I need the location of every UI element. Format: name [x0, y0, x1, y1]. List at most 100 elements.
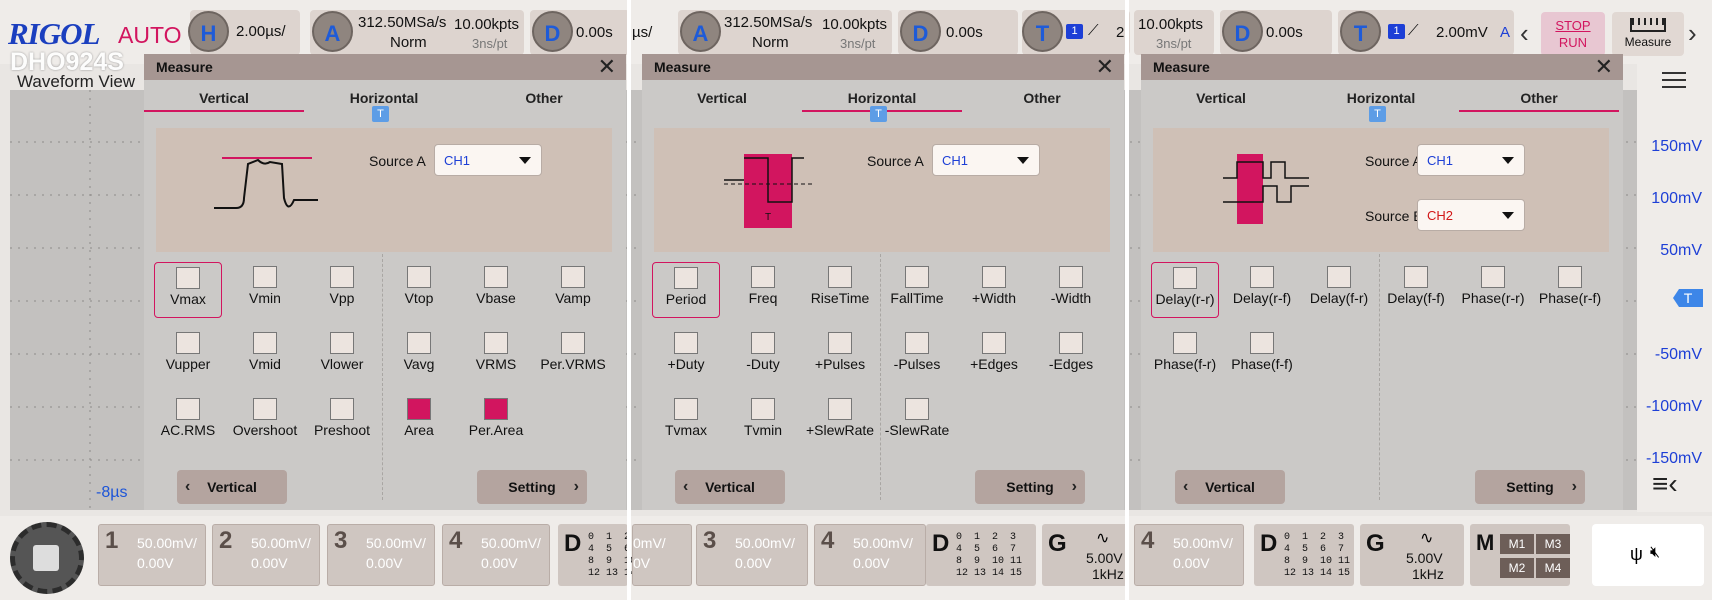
item-vmid[interactable]: Vmid: [231, 328, 299, 384]
item-delay-rr[interactable]: Delay(r-r): [1151, 262, 1219, 318]
prev-tab-button[interactable]: ‹ Vertical: [177, 470, 287, 504]
item-neg-duty[interactable]: -Duty: [729, 328, 797, 384]
source-a-select[interactable]: CH1: [1417, 144, 1525, 176]
item-neg-edges[interactable]: -Edges: [1037, 328, 1105, 384]
item-phase-rf[interactable]: Phase(r-f): [1536, 262, 1604, 318]
channel-3-block[interactable]: 3 50.00mV/ 0.00V: [696, 524, 808, 586]
item-neg-width[interactable]: -Width: [1037, 262, 1105, 318]
collapse-menu-icon[interactable]: ≡‹: [1652, 468, 1678, 500]
source-a-select[interactable]: CH1: [434, 144, 542, 176]
item-vamp[interactable]: Vamp: [539, 262, 607, 318]
item-neg-pulses[interactable]: -Pulses: [883, 328, 951, 384]
delay-block[interactable]: D 0.00s: [530, 10, 630, 55]
channel-3-block[interactable]: 3 50.00mV/ 0.00V: [327, 524, 435, 586]
item-pos-duty[interactable]: +Duty: [652, 328, 720, 384]
item-phase-fr[interactable]: Phase(f-r): [1151, 328, 1219, 384]
math-block[interactable]: M M1 M3 M2 M4: [1470, 524, 1570, 586]
generator-block[interactable]: G ∿ 5.00V 1kHz: [1360, 524, 1464, 586]
item-period[interactable]: Period: [652, 262, 720, 318]
item-tvmin[interactable]: Tvmin: [729, 394, 797, 450]
source-b-select[interactable]: CH2: [1417, 199, 1525, 231]
home-gear-icon[interactable]: [10, 522, 84, 594]
item-vtop[interactable]: Vtop: [385, 262, 453, 318]
channel-4-block[interactable]: 4 50.00mV/ 0.00V: [1134, 524, 1244, 586]
acquire-block-2[interactable]: A 312.50MSa/s Norm 10.00kpts 3ns/pt: [678, 10, 892, 55]
item-tvmax[interactable]: Tvmax: [652, 394, 720, 450]
mute-icon[interactable]: 🔇︎: [1650, 544, 1660, 562]
item-risetime[interactable]: RiseTime: [806, 262, 874, 318]
item-delay-rf[interactable]: Delay(r-f): [1228, 262, 1296, 318]
item-phase-rr[interactable]: Phase(r-r): [1459, 262, 1527, 318]
digital-block[interactable]: D 0 1 2 3 4 5 6 7 8 9 10 11 12 13 14 15: [1254, 524, 1354, 586]
tab-other[interactable]: Other: [1459, 84, 1619, 112]
acquire-block[interactable]: A 312.50MSa/s Norm 10.00kpts 3ns/pt: [310, 10, 524, 55]
channel-4-block[interactable]: 4 50.00mV/ 0.00V: [814, 524, 926, 586]
delay-fr-icon: [1327, 266, 1351, 288]
item-overshoot[interactable]: Overshoot: [231, 394, 299, 450]
tab-other[interactable]: Other: [962, 84, 1122, 112]
item-pos-slewrate[interactable]: +SlewRate: [806, 394, 874, 450]
tab-vertical[interactable]: Vertical: [1141, 84, 1301, 112]
digital-block[interactable]: D 0 1 2 3 4 5 6 7 8 9 10 11 12 13 14 15: [926, 524, 1036, 586]
trigger-block-3[interactable]: T 1 ⟋ 2.00mV A: [1338, 10, 1514, 55]
trigger-level-marker[interactable]: T: [1673, 289, 1703, 307]
prev-tab-label: Vertical: [1205, 479, 1255, 495]
measure-button[interactable]: Measure: [1612, 12, 1684, 56]
setting-button[interactable]: Setting ›: [1475, 470, 1585, 504]
item-pos-edges[interactable]: +Edges: [960, 328, 1028, 384]
math-m3[interactable]: M3: [1536, 534, 1570, 554]
item-pos-pulses[interactable]: +Pulses: [806, 328, 874, 384]
item-vlower[interactable]: Vlower: [308, 328, 376, 384]
prev-tab-button[interactable]: ‹ Vertical: [675, 470, 785, 504]
close-icon[interactable]: ✕: [598, 54, 616, 80]
math-m4[interactable]: M4: [1536, 558, 1570, 578]
item-ac-rms[interactable]: AC.RMS: [154, 394, 222, 450]
channel-2-block[interactable]: 2 50.00mV/ 0.00V: [212, 524, 320, 586]
delay-block-2[interactable]: D 0.00s: [898, 10, 1018, 55]
item-vupper[interactable]: Vupper: [154, 328, 222, 384]
digital-block[interactable]: D 0 1 2 3 4 5 6 7 8 9 10 11 12 13 14 15: [558, 524, 654, 586]
item-phase-ff[interactable]: Phase(f-f): [1228, 328, 1296, 384]
tab-other[interactable]: Other: [464, 84, 624, 112]
channel-4-block[interactable]: 4 50.00mV/ 0.00V: [442, 524, 550, 586]
delay-block-3[interactable]: D 0.00s: [1220, 10, 1332, 55]
item-delay-ff[interactable]: Delay(f-f): [1382, 262, 1450, 318]
scroll-left-icon[interactable]: ‹: [1520, 18, 1529, 49]
prev-tab-button[interactable]: ‹ Vertical: [1175, 470, 1285, 504]
item-pos-width[interactable]: +Width: [960, 262, 1028, 318]
source-a-select[interactable]: CH1: [932, 144, 1040, 176]
channel-1-block[interactable]: 1 50.00mV/ 0.00V: [98, 524, 206, 586]
item-vavg[interactable]: Vavg: [385, 328, 453, 384]
generator-block[interactable]: G ∿ 5.00V 1kHz: [1042, 524, 1128, 586]
item-area[interactable]: Area: [385, 394, 453, 450]
item-per-area[interactable]: Per.Area: [462, 394, 530, 450]
tab-vertical[interactable]: Vertical: [642, 84, 802, 112]
item-neg-slewrate[interactable]: -SlewRate: [883, 394, 951, 450]
horizontal-block[interactable]: H 2.00µs/: [188, 10, 300, 55]
acquire-tail-block[interactable]: 10.00kpts 3ns/pt: [1134, 10, 1214, 55]
item-vmin[interactable]: Vmin: [231, 262, 299, 318]
run-stop-button[interactable]: STOP RUN: [1541, 12, 1605, 56]
trigger-block[interactable]: T 1 ⟋ 2: [1022, 10, 1130, 55]
math-m1[interactable]: M1: [1500, 534, 1534, 554]
item-falltime[interactable]: FallTime: [883, 262, 951, 318]
scroll-right-icon[interactable]: ›: [1688, 18, 1697, 49]
setting-button[interactable]: Setting ›: [975, 470, 1085, 504]
tab-vertical[interactable]: Vertical: [144, 84, 304, 112]
item-vbase[interactable]: Vbase: [462, 262, 530, 318]
math-m2[interactable]: M2: [1500, 558, 1534, 578]
item-label: Per.VRMS: [540, 356, 606, 372]
partial-h-value: µs/: [632, 24, 653, 41]
item-freq[interactable]: Freq: [729, 262, 797, 318]
item-vpp[interactable]: Vpp: [308, 262, 376, 318]
channel-2-block-partial[interactable]: 0mV/ 0V: [632, 524, 692, 586]
item-per-vrms[interactable]: Per.VRMS: [539, 328, 607, 384]
menu-icon[interactable]: [1662, 72, 1686, 90]
close-icon[interactable]: ✕: [1096, 54, 1114, 80]
item-delay-fr[interactable]: Delay(f-r): [1305, 262, 1373, 318]
item-vmax[interactable]: Vmax: [154, 262, 222, 318]
setting-button[interactable]: Setting ›: [477, 470, 587, 504]
item-vrms[interactable]: VRMS: [462, 328, 530, 384]
close-icon[interactable]: ✕: [1595, 54, 1613, 80]
item-preshoot[interactable]: Preshoot: [308, 394, 376, 450]
